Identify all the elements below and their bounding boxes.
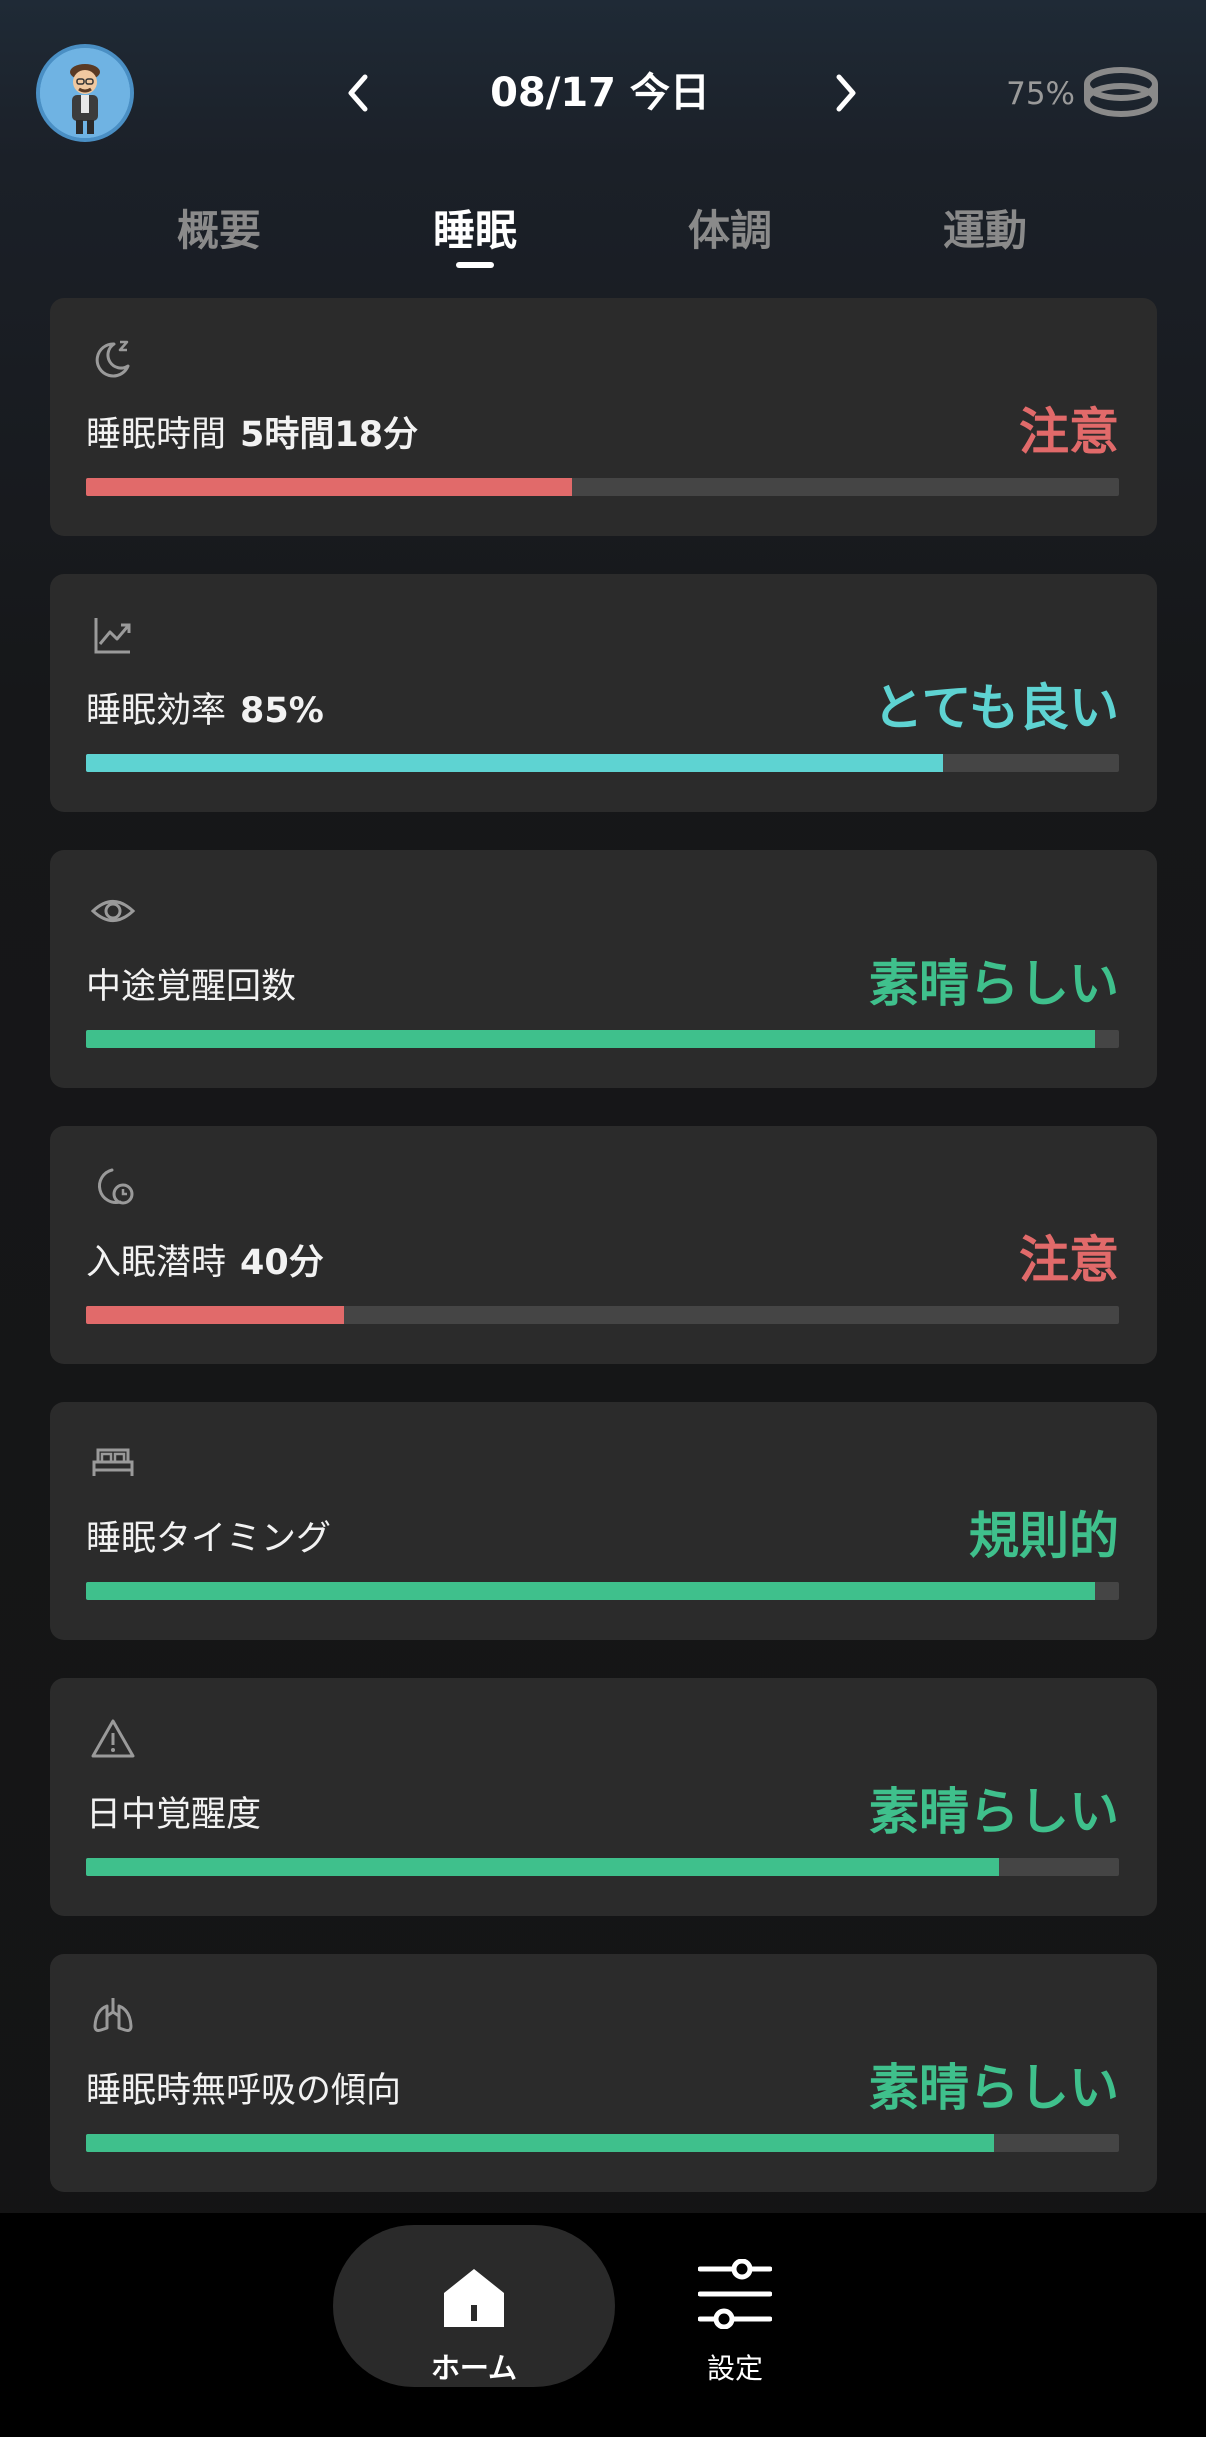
trend-chart-icon — [94, 618, 131, 654]
card-value: 5時間18分 — [240, 415, 419, 455]
progress-track — [86, 1582, 1119, 1600]
card-status: 素晴らしい — [869, 955, 1119, 1013]
progress-fill — [86, 1582, 1096, 1600]
bed-icon — [92, 1448, 134, 1476]
card-status: 注意 — [1019, 403, 1119, 461]
tab-bar: 概要 睡眠 体調 運動 — [0, 196, 1206, 276]
sleep-apnea-card[interactable]: 睡眠時無呼吸の傾向 素晴らしい — [50, 1954, 1157, 2192]
progress-fill — [86, 2134, 994, 2152]
progress-fill — [86, 754, 944, 772]
home-nav-button[interactable]: ホーム — [333, 2225, 615, 2387]
sleep-duration-card[interactable]: 睡眠時間 5時間18分 注意 — [50, 298, 1157, 536]
warning-triangle-icon — [91, 1719, 135, 1758]
card-status: 規則的 — [969, 1507, 1119, 1565]
settings-nav-button[interactable]: 設定 — [680, 2243, 790, 2385]
card-status: 素晴らしい — [869, 1783, 1119, 1841]
next-day-button[interactable] — [818, 60, 874, 126]
progress-track — [86, 478, 1119, 496]
bottom-nav: ホーム 設定 — [0, 2213, 1206, 2437]
progress-fill — [86, 1306, 345, 1324]
sleep-efficiency-card[interactable]: 睡眠効率 85% とても良い — [50, 574, 1157, 812]
home-nav-label: ホーム — [430, 2351, 518, 2385]
eye-icon — [90, 900, 136, 922]
avatar[interactable] — [36, 44, 134, 142]
smart-ring-icon[interactable] — [1083, 62, 1159, 122]
progress-track — [86, 1030, 1119, 1048]
daytime-alertness-card[interactable]: 日中覚醒度 素晴らしい — [50, 1678, 1157, 1916]
lungs-icon — [93, 1998, 133, 2032]
card-label: 睡眠時間 5時間18分 — [86, 415, 419, 455]
progress-track — [86, 1858, 1119, 1876]
card-status: 素晴らしい — [869, 2059, 1119, 2117]
tab-sleep[interactable]: 睡眠 — [385, 196, 565, 266]
ring-battery-percent: 75% — [1006, 76, 1075, 112]
progress-fill — [86, 1030, 1096, 1048]
progress-track — [86, 754, 1119, 772]
progress-fill — [86, 1858, 1000, 1876]
tab-exercise[interactable]: 運動 — [895, 196, 1075, 266]
progress-fill — [86, 478, 572, 496]
settings-nav-label: 設定 — [706, 2352, 763, 2385]
tab-condition[interactable]: 体調 — [640, 196, 820, 266]
sleep-latency-card[interactable]: 入眠潜時 40分 注意 — [50, 1126, 1157, 1364]
avatar-character-icon — [40, 48, 130, 138]
moon-sleep-icon — [95, 340, 130, 378]
card-status: 注意 — [1019, 1231, 1119, 1289]
progress-track — [86, 2134, 1119, 2152]
card-label: 日中覚醒度 — [86, 1795, 262, 1835]
card-label: 睡眠時無呼吸の傾向 — [86, 2071, 402, 2111]
awakenings-card[interactable]: 中途覚醒回数 素晴らしい — [50, 850, 1157, 1088]
sliders-icon — [698, 2259, 772, 2329]
home-icon — [444, 2269, 504, 2327]
card-label: 入眠潜時 40分 — [86, 1243, 324, 1283]
chevron-left-icon — [348, 74, 368, 112]
card-value: 85% — [240, 691, 324, 731]
date-label: 08/17 今日 — [490, 70, 710, 116]
previous-day-button[interactable] — [330, 60, 386, 126]
card-value: 40分 — [240, 1243, 324, 1283]
card-label: 睡眠タイミング — [86, 1519, 332, 1559]
chevron-right-icon — [836, 74, 856, 112]
card-label: 中途覚醒回数 — [86, 967, 297, 1007]
card-label: 睡眠効率 85% — [86, 691, 324, 731]
active-tab-indicator — [456, 262, 494, 268]
progress-track — [86, 1306, 1119, 1324]
card-status: とても良い — [873, 679, 1119, 737]
tab-overview[interactable]: 概要 — [129, 196, 309, 266]
sleep-timing-card[interactable]: 睡眠タイミング 規則的 — [50, 1402, 1157, 1640]
moon-clock-icon — [98, 1168, 134, 1205]
sleep-screen: 08/17 今日 75% 概要 睡眠 体調 運動 睡眠時間5時間18分 注意 — [0, 0, 1206, 2437]
